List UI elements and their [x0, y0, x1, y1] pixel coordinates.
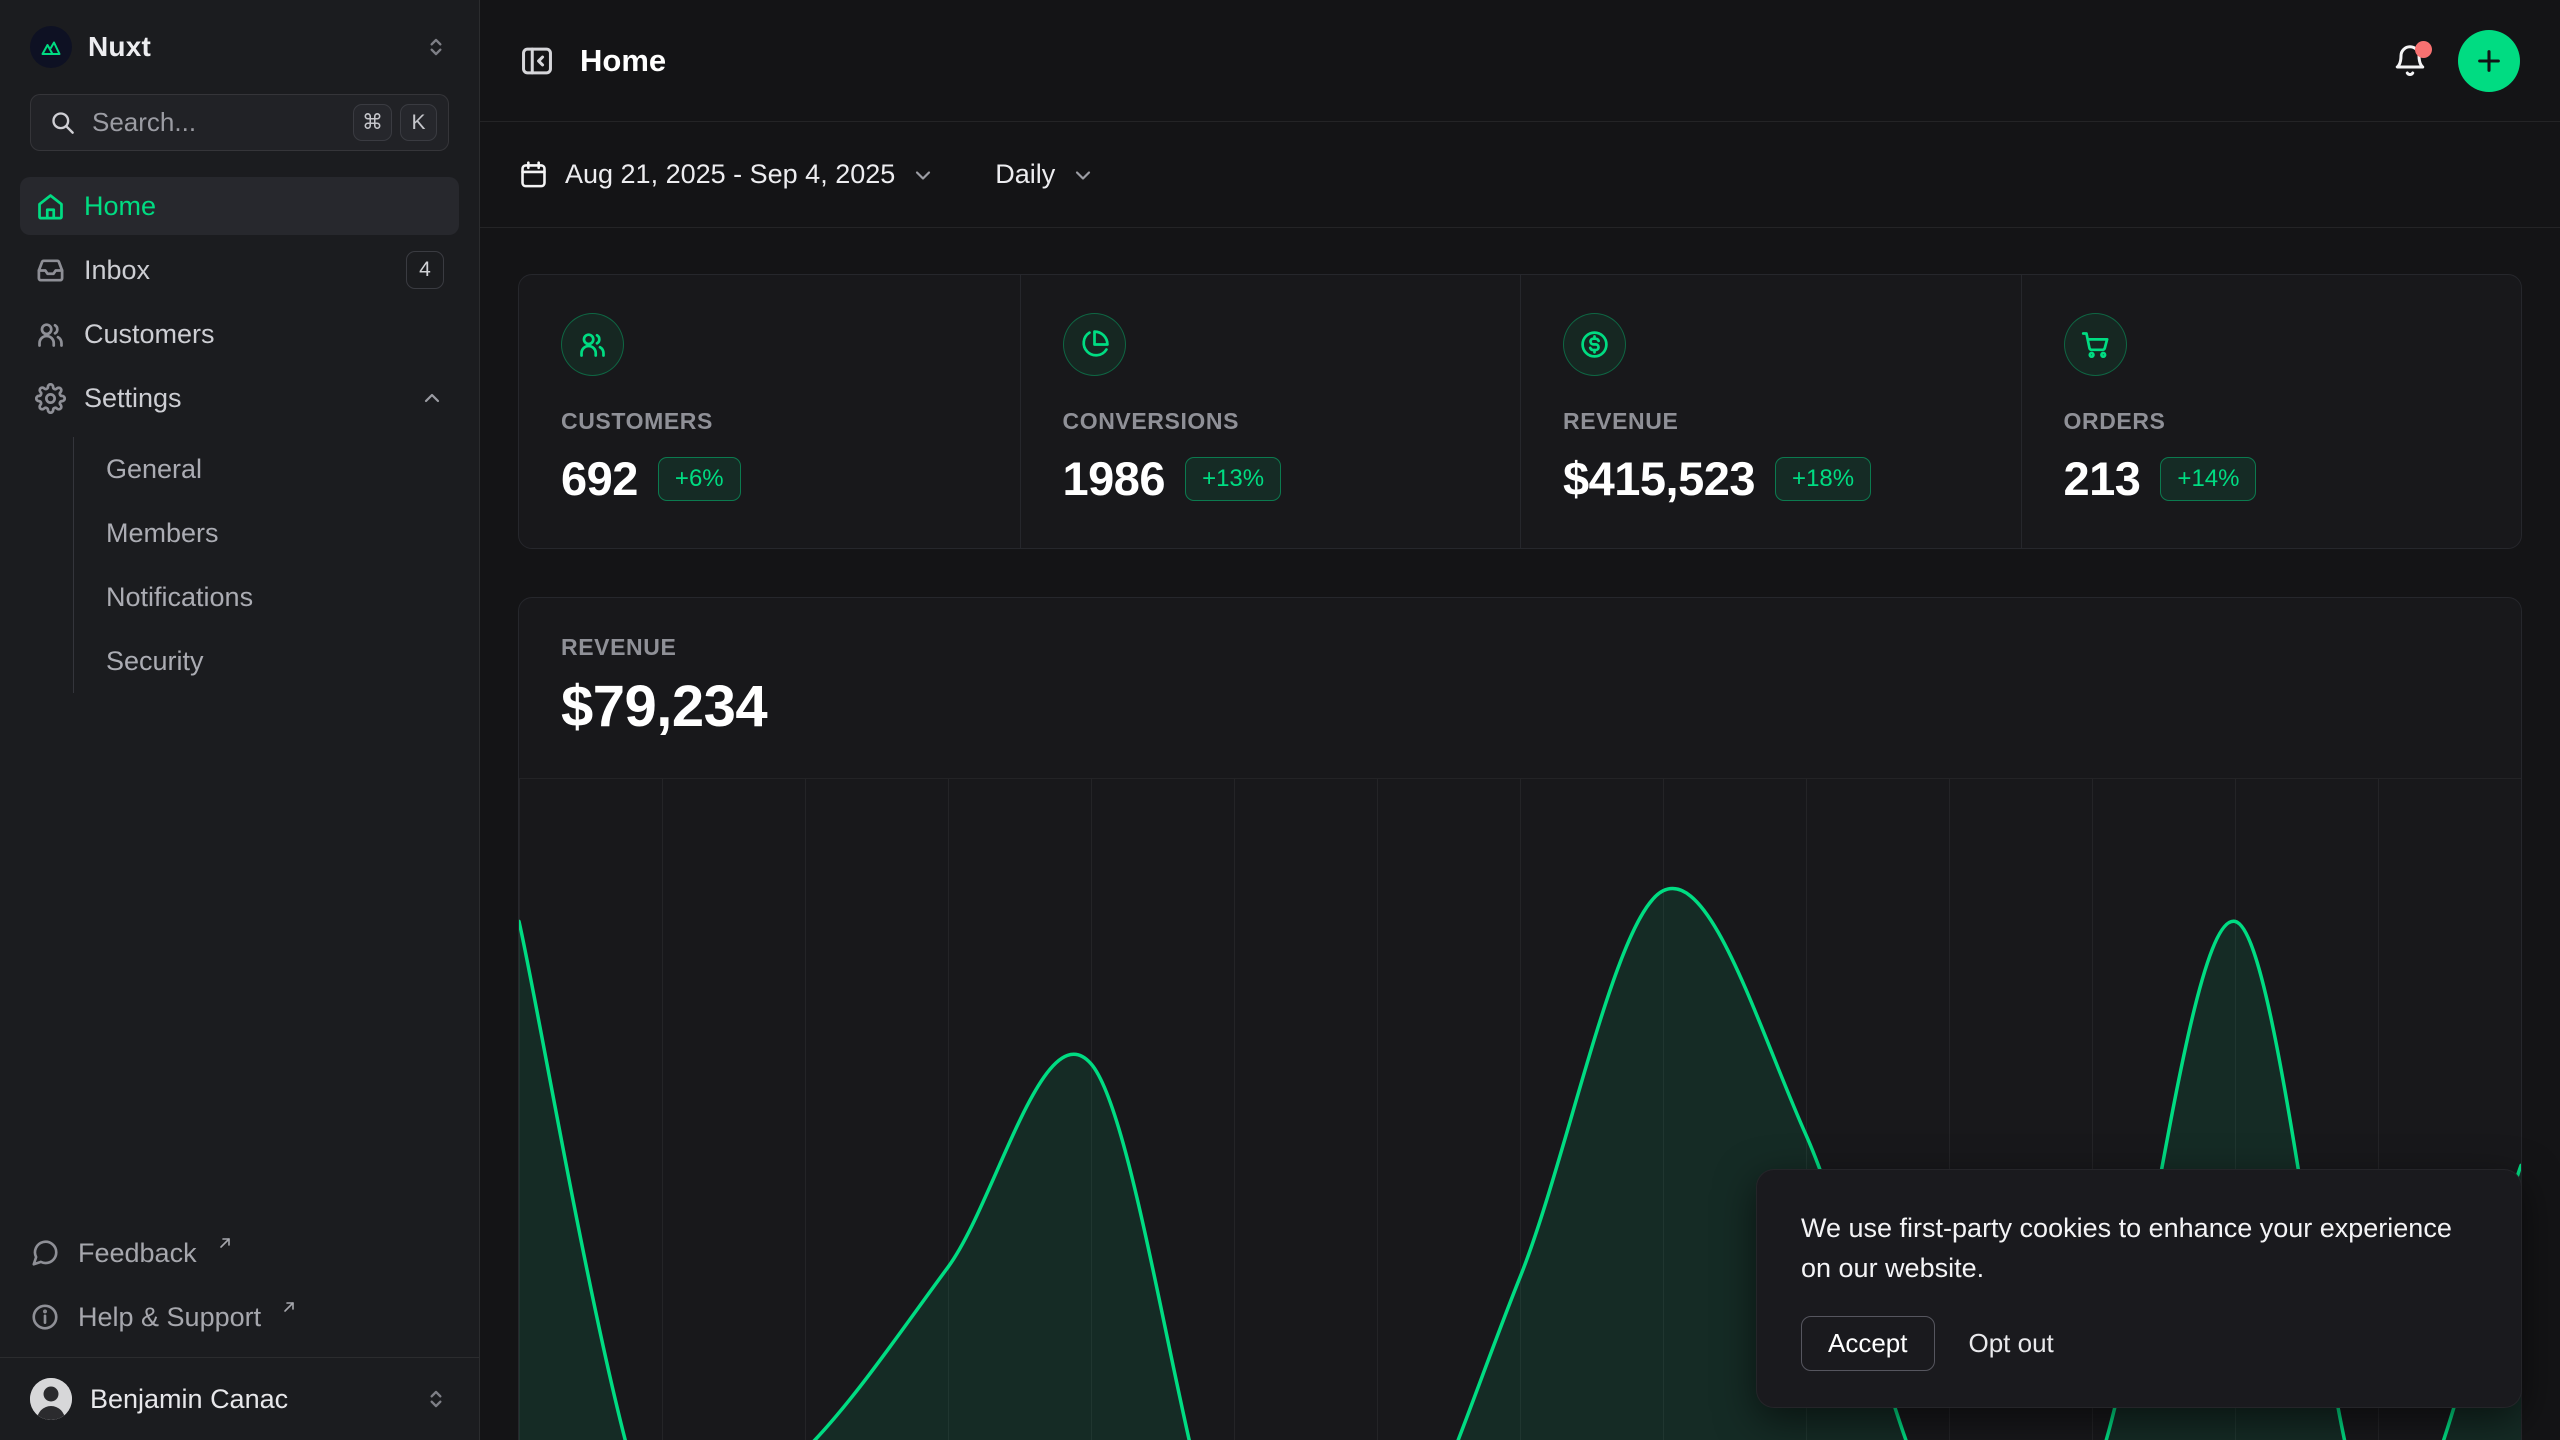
sidebar-spacer	[0, 693, 479, 1225]
stat-card-customers: CUSTOMERS 692 +6%	[519, 275, 1020, 548]
chevron-up-icon	[420, 386, 444, 410]
search-icon	[49, 109, 76, 136]
workspace-switcher[interactable]: Nuxt	[0, 0, 479, 78]
feedback-label: Feedback	[78, 1238, 197, 1269]
sidebar-item-general[interactable]: General	[74, 437, 459, 501]
cookie-banner: We use first-party cookies to enhance yo…	[1756, 1169, 2522, 1408]
header-actions	[2392, 30, 2520, 92]
inbox-icon	[35, 255, 66, 286]
inbox-count-badge: 4	[406, 251, 444, 289]
cookie-message: We use first-party cookies to enhance yo…	[1801, 1208, 2477, 1288]
granularity-select[interactable]: Daily	[995, 159, 1095, 190]
chevron-down-icon	[1071, 163, 1095, 187]
stat-value: $415,523	[1563, 451, 1755, 506]
workspace-chevrons-icon[interactable]	[423, 34, 449, 60]
panel-left-icon	[518, 42, 556, 80]
date-range-label: Aug 21, 2025 - Sep 4, 2025	[565, 159, 895, 190]
sidebar: Nuxt Search... ⌘ K Home	[0, 0, 480, 1440]
plus-icon	[2473, 45, 2505, 77]
sidebar-item-home[interactable]: Home	[20, 177, 459, 235]
sidebar-item-label: Inbox	[84, 255, 150, 286]
help-support-link[interactable]: Help & Support	[30, 1289, 449, 1345]
stat-value: 1986	[1063, 451, 1166, 506]
sidebar-item-customers[interactable]: Customers	[20, 305, 459, 363]
users-icon	[561, 313, 624, 376]
add-button[interactable]	[2458, 30, 2520, 92]
sidebar-item-members[interactable]: Members	[74, 501, 459, 565]
page-header: Home	[480, 0, 2560, 122]
collapse-sidebar-button[interactable]	[518, 42, 556, 80]
workspace-name: Nuxt	[88, 31, 151, 63]
sidebar-footer-links: Feedback Help & Support	[30, 1225, 449, 1345]
info-circle-icon	[30, 1302, 60, 1332]
sidebar-nav: Home Inbox 4 Customers	[20, 177, 459, 693]
shopping-cart-icon	[2064, 313, 2127, 376]
user-name: Benjamin Canac	[90, 1384, 288, 1415]
gear-icon	[35, 383, 66, 414]
stat-label: CONVERSIONS	[1063, 408, 1479, 435]
cookie-actions: Accept Opt out	[1801, 1316, 2477, 1371]
revenue-chart-header: REVENUE $79,234	[519, 598, 2521, 740]
help-support-label: Help & Support	[78, 1302, 261, 1333]
stat-delta-badge: +18%	[1775, 457, 1871, 501]
opt-out-button[interactable]: Opt out	[1969, 1328, 2054, 1359]
stat-card-revenue: REVENUE $415,523 +18%	[1520, 275, 2021, 548]
external-link-icon	[281, 1299, 297, 1315]
pie-chart-icon	[1063, 313, 1126, 376]
home-icon	[35, 191, 66, 222]
sidebar-item-settings[interactable]: Settings	[20, 369, 459, 427]
speech-bubble-icon	[30, 1238, 60, 1268]
search-input[interactable]: Search... ⌘ K	[30, 94, 449, 151]
kbd-k: K	[400, 104, 437, 141]
sidebar-item-notifications[interactable]: Notifications	[74, 565, 459, 629]
stat-delta-badge: +6%	[658, 457, 741, 501]
search-placeholder: Search...	[92, 107, 196, 138]
external-link-icon	[217, 1235, 233, 1251]
stat-delta-badge: +14%	[2160, 457, 2256, 501]
notification-dot	[2415, 41, 2432, 58]
toolbar: Aug 21, 2025 - Sep 4, 2025 Daily	[480, 122, 2560, 228]
sidebar-item-label: Settings	[84, 383, 182, 414]
nuxt-logo-icon	[30, 26, 72, 68]
accept-button[interactable]: Accept	[1801, 1316, 1935, 1371]
chevron-down-icon	[911, 163, 935, 187]
stat-value: 692	[561, 451, 638, 506]
stats-grid: CUSTOMERS 692 +6% CONVERSIONS 1986 +13%	[518, 274, 2522, 549]
sidebar-item-label: Home	[84, 191, 156, 222]
user-menu[interactable]: Benjamin Canac	[0, 1357, 479, 1440]
search-shortcut: ⌘ K	[353, 104, 437, 141]
stat-label: ORDERS	[2064, 408, 2480, 435]
user-chevrons-icon[interactable]	[423, 1386, 449, 1412]
revenue-chart-label: REVENUE	[561, 634, 2479, 661]
feedback-link[interactable]: Feedback	[30, 1225, 449, 1281]
dollar-circle-icon	[1563, 313, 1626, 376]
stat-card-orders: ORDERS 213 +14%	[2021, 275, 2522, 548]
stat-label: REVENUE	[1563, 408, 1979, 435]
page-title: Home	[580, 43, 666, 79]
avatar	[30, 1378, 72, 1420]
calendar-icon	[518, 159, 549, 190]
sidebar-item-inbox[interactable]: Inbox 4	[20, 241, 459, 299]
stat-label: CUSTOMERS	[561, 408, 978, 435]
stat-delta-badge: +13%	[1185, 457, 1281, 501]
sidebar-item-label: Customers	[84, 319, 215, 350]
revenue-chart-value: $79,234	[561, 673, 2479, 740]
settings-subnav: General Members Notifications Security	[73, 437, 459, 693]
users-icon	[35, 319, 66, 350]
stat-card-conversions: CONVERSIONS 1986 +13%	[1020, 275, 1521, 548]
date-range-picker[interactable]: Aug 21, 2025 - Sep 4, 2025	[518, 159, 935, 190]
kbd-cmd: ⌘	[353, 104, 392, 141]
granularity-label: Daily	[995, 159, 1055, 190]
sidebar-item-security[interactable]: Security	[74, 629, 459, 693]
notifications-button[interactable]	[2392, 43, 2428, 79]
stat-value: 213	[2064, 451, 2141, 506]
